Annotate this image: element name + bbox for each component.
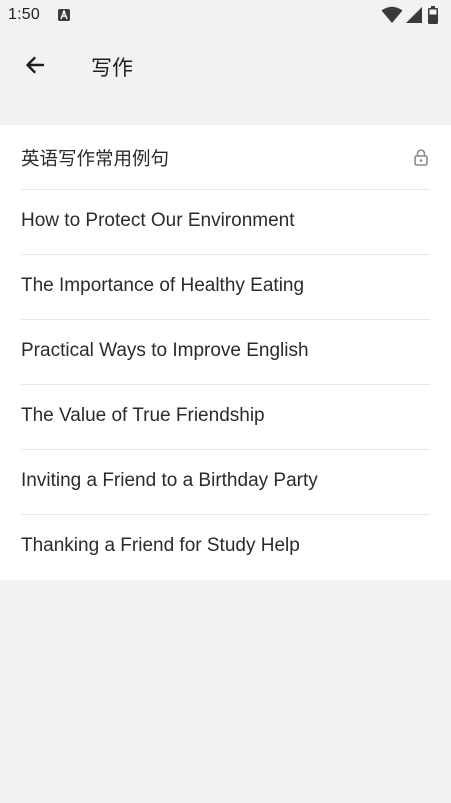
status-time: 1:50 bbox=[8, 6, 40, 23]
cellular-signal-icon bbox=[406, 7, 422, 23]
back-button[interactable] bbox=[17, 47, 53, 83]
list-item-label: The Value of True Friendship bbox=[21, 405, 265, 426]
status-icons bbox=[381, 6, 445, 24]
list-item-protect-environment[interactable]: How to Protect Our Environment bbox=[0, 190, 451, 255]
list-item-healthy-eating[interactable]: The Importance of Healthy Eating bbox=[0, 255, 451, 320]
lock-icon bbox=[414, 149, 428, 166]
app-bar: 写作 bbox=[0, 32, 451, 98]
list-item-label: Thanking a Friend for Study Help bbox=[21, 535, 300, 556]
list-item-common-sentences[interactable]: 英语写作常用例句 bbox=[0, 125, 451, 190]
list-item-improve-english[interactable]: Practical Ways to Improve English bbox=[0, 320, 451, 385]
list-item-label: Inviting a Friend to a Birthday Party bbox=[21, 470, 318, 491]
list-item-birthday-invitation[interactable]: Inviting a Friend to a Birthday Party bbox=[0, 450, 451, 515]
battery-icon bbox=[428, 6, 438, 24]
list-item-label: Practical Ways to Improve English bbox=[21, 340, 309, 361]
list-item-label: The Importance of Healthy Eating bbox=[21, 275, 305, 296]
list-item-label: 英语写作常用例句 bbox=[21, 149, 170, 170]
a-badge-icon bbox=[58, 9, 70, 21]
writing-list: 英语写作常用例句 How to Protect Our Environment … bbox=[0, 125, 451, 580]
wifi-icon bbox=[381, 6, 403, 23]
list-item-true-friendship[interactable]: The Value of True Friendship bbox=[0, 385, 451, 450]
list-item-label: How to Protect Our Environment bbox=[21, 210, 295, 231]
page-title: 写作 bbox=[91, 56, 133, 80]
arrow-left-icon bbox=[26, 56, 45, 74]
status-bar: 1:50 bbox=[0, 0, 451, 32]
list-item-thanking-friend[interactable]: Thanking a Friend for Study Help bbox=[0, 515, 451, 580]
